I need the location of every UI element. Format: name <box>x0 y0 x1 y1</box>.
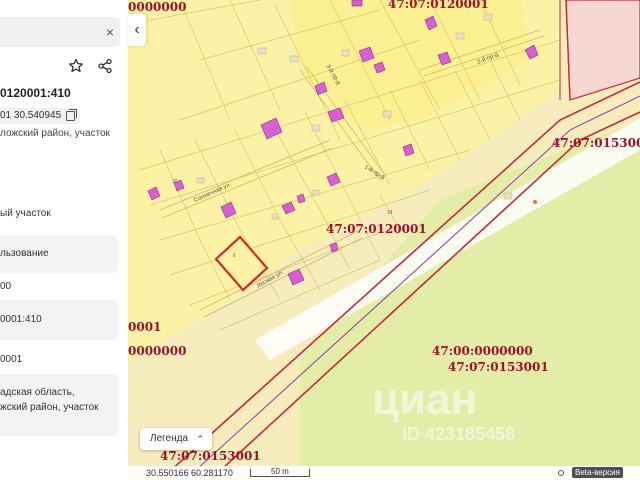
map-svg[interactable]: 6 Солнечная ул. Лесная ул. 3-й пр-д 2-й … <box>128 0 640 480</box>
watermark-id: ID 423185458 <box>402 424 515 444</box>
info-panel: × 0120001:410 01 30.540945 ложский район… <box>0 0 128 480</box>
beta-badge: Beta-версия <box>572 467 623 478</box>
cadastral-label: 47:07:0153001 <box>160 449 261 463</box>
chevron-up-icon: ⌃ <box>196 434 204 444</box>
coordinates-row: 01 30.540945 <box>0 108 80 124</box>
land-type-value: ый участок <box>0 208 51 219</box>
watermark-logo: циан <box>372 375 477 424</box>
lot-number: 30 <box>172 179 178 185</box>
cadastral-label: 47:07:0153001 <box>552 136 640 150</box>
cadastral-label: 47:00:0000000 <box>432 344 533 358</box>
cadastral-number: 0120001:410 <box>0 86 71 100</box>
usage-label: льзование <box>0 248 49 259</box>
legend-button[interactable]: Легенда ⌃ <box>140 428 212 450</box>
coordinates-text: 01 30.540945 <box>0 110 62 121</box>
poi-marker[interactable] <box>533 200 537 204</box>
collapse-panel-button[interactable]: ‹ <box>128 14 146 46</box>
quarter-value: 0001 <box>0 354 23 365</box>
usage-card: льзование <box>0 235 118 273</box>
share-icon <box>98 58 112 74</box>
cursor-coordinates: 30.550166 60.281170 <box>146 468 233 478</box>
address-card: адская область, жский район, участок <box>0 374 118 436</box>
chevron-left-icon: ‹ <box>134 21 140 38</box>
legend-label: Легенда <box>150 433 189 444</box>
building <box>351 0 363 7</box>
scale-bar: 50 m <box>250 467 310 477</box>
selected-parcel-number: 6 <box>233 253 236 259</box>
bookmark-button[interactable] <box>64 54 88 78</box>
close-icon[interactable]: × <box>106 22 114 42</box>
address-short: ложский район, участок <box>0 128 110 139</box>
cadastral-label: 47:07:0153001 <box>448 360 549 374</box>
lot-number: 14 <box>387 210 393 216</box>
search-bar[interactable]: × <box>0 17 120 47</box>
cadnum-card-value: 0001:410 <box>0 314 42 325</box>
address-line-1: адская область, <box>0 387 75 398</box>
share-button[interactable] <box>93 54 117 78</box>
scale-label: 50 m <box>271 467 289 476</box>
cadastral-label: 0000000 <box>128 344 186 358</box>
cadastral-label: 0000000 <box>128 0 186 14</box>
map-canvas[interactable]: 6 Солнечная ул. Лесная ул. 3-й пр-д 2-й … <box>128 0 640 480</box>
address-line-2: жский район, участок <box>0 402 99 413</box>
cadnum-card: 0001:410 <box>0 300 118 340</box>
copy-icon[interactable] <box>66 109 77 121</box>
cadastral-map-app: × 0120001:410 01 30.540945 ложский район… <box>0 0 640 480</box>
cadastral-label: 0001 <box>128 320 161 334</box>
star-icon <box>69 58 83 73</box>
area-value: 00 <box>0 281 12 292</box>
settings-dot-icon[interactable] <box>558 470 564 476</box>
cadastral-label: 47:07:0120001 <box>326 222 427 236</box>
cadastral-label: 47:07:0120001 <box>388 0 489 11</box>
status-bar: 30.550166 60.281170 50 m Beta-версия <box>128 466 640 480</box>
